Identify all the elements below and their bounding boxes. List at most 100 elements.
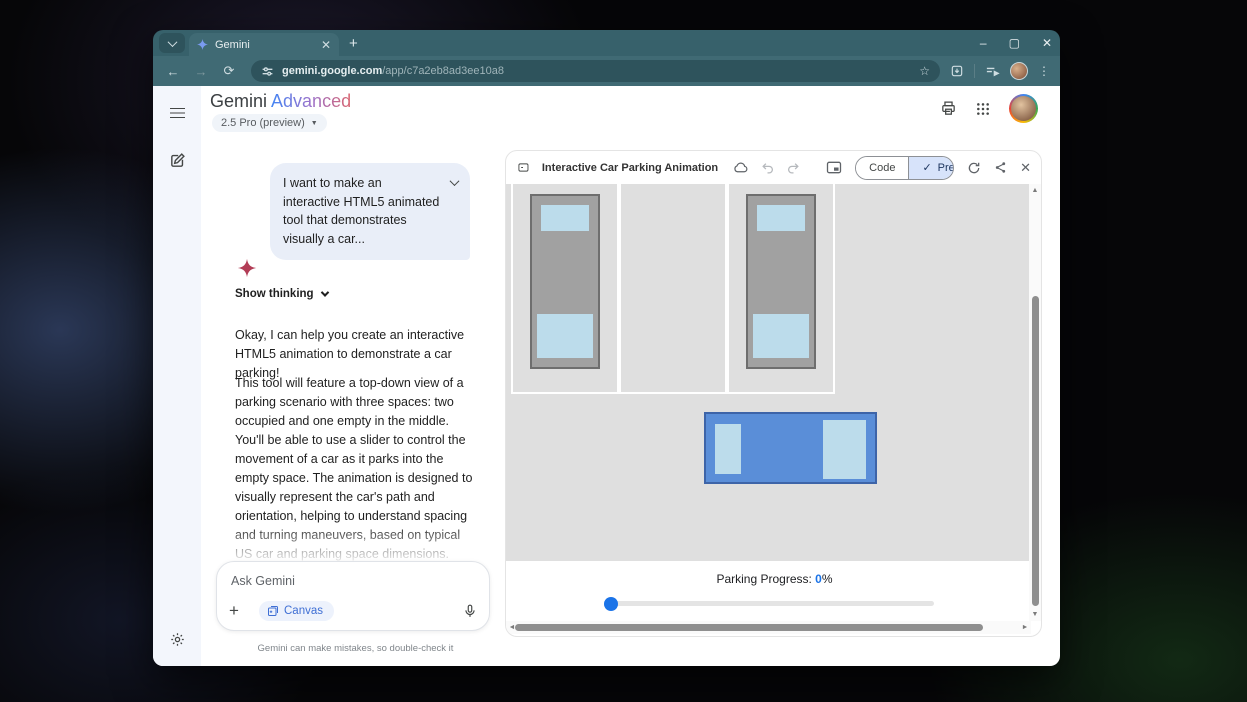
site-settings-icon[interactable]: [261, 65, 274, 78]
vertical-scroll-thumb[interactable]: [1032, 296, 1039, 606]
scroll-up-icon[interactable]: ▲: [1029, 187, 1041, 194]
sidebar: [153, 86, 201, 666]
undo-icon[interactable]: [761, 162, 774, 174]
progress-slider[interactable]: [606, 601, 934, 606]
window-minimize-button[interactable]: –: [980, 36, 987, 50]
tab-close-icon[interactable]: ✕: [321, 38, 331, 52]
canvas-doc-icon: [518, 161, 529, 174]
app-title: Gemini Advanced: [210, 91, 351, 112]
refresh-icon[interactable]: [967, 161, 981, 175]
car-windshield: [823, 420, 866, 479]
canvas-icon: [267, 605, 279, 617]
canvas-panel-header: Interactive Car Parking Animation Code ✓…: [506, 151, 1041, 184]
expand-chevron-icon[interactable]: [450, 176, 460, 186]
car-rear-window: [753, 314, 809, 358]
show-thinking-label: Show thinking: [235, 288, 314, 300]
new-chat-icon[interactable]: [165, 148, 189, 172]
progress-readout: Parking Progress: 0%: [506, 561, 1042, 586]
menu-hamburger-icon[interactable]: [165, 101, 189, 125]
brand-gemini: Gemini: [210, 91, 267, 111]
model-label: 2.5 Pro (preview): [221, 117, 305, 129]
browser-window: Gemini ✕ + – ▢ ✕ ← → ⟳ gemini.google.com…: [153, 30, 1060, 666]
browser-menu-icon[interactable]: ⋮: [1038, 64, 1050, 78]
preview-tab[interactable]: ✓ Preview: [908, 157, 954, 179]
moving-car-blue: [704, 412, 877, 484]
vertical-scrollbar[interactable]: ▲ ▼: [1029, 184, 1041, 621]
parked-car-gray: [530, 194, 600, 369]
animation-preview[interactable]: [506, 184, 1042, 561]
browser-profile-avatar[interactable]: [1010, 62, 1028, 80]
tab-search-button[interactable]: [159, 33, 185, 53]
model-selector[interactable]: 2.5 Pro (preview) ▼: [212, 114, 327, 132]
canvas-chip-label: Canvas: [284, 605, 323, 617]
prompt-input[interactable]: [231, 574, 475, 588]
canvas-chip[interactable]: Canvas: [259, 601, 334, 621]
brand-advanced: Advanced: [271, 91, 351, 111]
url-domain: gemini.google.com: [282, 65, 382, 77]
cloud-saved-icon: [733, 162, 748, 173]
slider-thumb[interactable]: [604, 597, 618, 611]
redo-icon[interactable]: [787, 162, 800, 174]
car-windshield: [757, 205, 805, 231]
user-prompt-bubble[interactable]: I want to make an interactive HTML5 anim…: [270, 163, 470, 260]
tab-organizer-icon[interactable]: [985, 65, 1000, 78]
share-icon[interactable]: [994, 161, 1007, 174]
code-preview-toggle: Code ✓ Preview: [855, 156, 954, 180]
car-rear-window: [715, 424, 741, 474]
chevron-down-icon: [320, 288, 328, 296]
chevron-down-icon: ▼: [311, 120, 318, 127]
account-avatar[interactable]: [1009, 94, 1038, 123]
reload-button[interactable]: ⟳: [217, 63, 241, 79]
horizontal-scroll-thumb[interactable]: [515, 624, 983, 631]
bookmark-star-icon[interactable]: ☆: [919, 64, 930, 78]
scroll-right-icon[interactable]: ►: [1019, 624, 1031, 631]
scroll-down-icon[interactable]: ▼: [1029, 611, 1041, 618]
tab-title: Gemini: [215, 39, 250, 51]
parking-space-occupied-1: [511, 184, 619, 394]
check-icon: ✓: [922, 161, 931, 174]
gemini-app: Gemini Advanced 2.5 Pro (preview) ▼ I wan…: [153, 86, 1060, 666]
progress-label: Parking Progress:: [716, 572, 811, 586]
horizontal-scrollbar[interactable]: ◄ ►: [506, 621, 1031, 634]
address-bar[interactable]: gemini.google.com/app/c7a2eb8ad3ee10a8 ☆: [251, 60, 940, 82]
url-path: /app/c7a2eb8ad3ee10a8: [382, 65, 504, 77]
window-maximize-button[interactable]: ▢: [1009, 36, 1020, 50]
new-tab-button[interactable]: +: [349, 35, 358, 52]
settings-gear-icon[interactable]: [165, 627, 189, 651]
animation-controls: Parking Progress: 0%: [506, 561, 1042, 621]
prompt-input-card[interactable]: + Canvas: [216, 561, 490, 631]
add-attachment-button[interactable]: +: [229, 601, 251, 621]
code-tab-label: Code: [869, 162, 895, 174]
preview-tab-label: Preview: [938, 162, 954, 174]
close-panel-icon[interactable]: ✕: [1020, 160, 1031, 176]
car-windshield: [541, 205, 589, 231]
browser-toolbar: ← → ⟳ gemini.google.com/app/c7a2eb8ad3ee…: [153, 56, 1060, 86]
microphone-icon[interactable]: [463, 604, 477, 618]
code-tab[interactable]: Code: [856, 157, 908, 179]
tab-gemini[interactable]: Gemini ✕: [189, 33, 339, 56]
progress-value: 0: [815, 572, 822, 586]
gemini-spark-icon: [197, 39, 208, 50]
window-close-button[interactable]: ✕: [1042, 36, 1052, 50]
downloads-icon[interactable]: [950, 64, 964, 78]
forward-button[interactable]: →: [189, 64, 213, 79]
back-button[interactable]: ←: [161, 64, 185, 79]
tab-strip: Gemini ✕ + – ▢ ✕: [153, 30, 1060, 56]
canvas-panel: Interactive Car Parking Animation Code ✓…: [505, 150, 1042, 637]
url-text: gemini.google.com/app/c7a2eb8ad3ee10a8: [282, 65, 504, 77]
printer-icon[interactable]: [940, 100, 957, 117]
parking-space-occupied-2: [727, 184, 835, 394]
canvas-title: Interactive Car Parking Animation: [542, 162, 718, 174]
progress-unit: %: [822, 572, 833, 586]
show-thinking-toggle[interactable]: Show thinking: [235, 288, 328, 300]
gemini-sparkle-icon: [237, 258, 257, 278]
parking-space-empty: [619, 184, 727, 394]
car-rear-window: [537, 314, 593, 358]
disclaimer-text: Gemini can make mistakes, so double-chec…: [213, 643, 498, 654]
user-prompt-text: I want to make an interactive HTML5 anim…: [283, 176, 439, 246]
picture-in-picture-icon[interactable]: [826, 161, 842, 174]
parking-lot: [511, 184, 835, 394]
chevron-down-icon: [167, 37, 177, 47]
google-apps-grid-icon[interactable]: [975, 101, 991, 117]
parked-car-gray: [746, 194, 816, 369]
